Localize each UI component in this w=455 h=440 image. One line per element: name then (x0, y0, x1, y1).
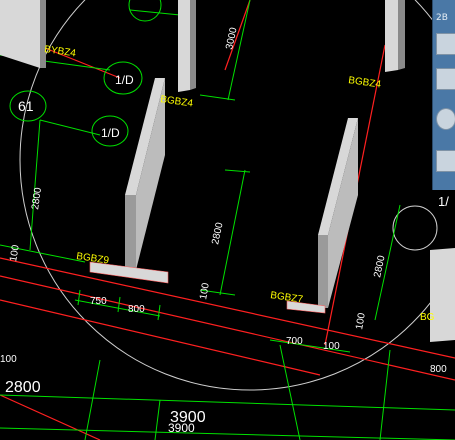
dim-2800-c: 2800 (372, 254, 387, 278)
wall-label-1: BYBZ4 (44, 44, 77, 59)
wall-label-5: BG (420, 312, 435, 323)
dim-750: 750 (90, 296, 107, 307)
dim-100-b: 100 (8, 244, 22, 263)
small-circle (392, 205, 438, 251)
orbit-icon[interactable] (436, 108, 455, 130)
wall-label-3: BGBZ9 (76, 251, 110, 267)
dim-2800-b: 2800 (210, 221, 225, 245)
dim-3000: 3000 (224, 26, 239, 50)
box-icon[interactable] (436, 68, 455, 90)
dim-2800-big: 2800 (5, 379, 41, 396)
dim-100-c: 100 (198, 282, 212, 301)
bubble-text-4: 1/ (438, 194, 449, 209)
wall-label-4: BGBZ7 (270, 290, 304, 306)
dim-2800-a: 2800 (30, 186, 44, 210)
dim-100-a: 100 (323, 341, 340, 352)
cad-viewport[interactable]: BYBZ4 BGBZ4 BGBZ9 BGBZ7 BG BGBZ4 1/D 61 … (0, 0, 455, 440)
toolbar-text: 2B (436, 13, 448, 23)
bubble-text-2: 61 (18, 98, 34, 114)
bubble-texts: 1/D 61 1/D 1/ (18, 73, 449, 209)
dim-700: 700 (286, 336, 303, 347)
dim-800-a: 800 (128, 304, 145, 315)
bubble-text-3: 1/D (101, 126, 120, 140)
view-cube-icon[interactable] (436, 33, 455, 55)
grid-icon[interactable] (436, 150, 455, 172)
wall-labels: BYBZ4 BGBZ4 BGBZ9 BGBZ7 BG BGBZ4 (44, 44, 435, 323)
wall-label-2: BGBZ4 (348, 75, 382, 91)
right-toolbar (432, 0, 455, 190)
bubble-text-1: 1/D (115, 73, 134, 87)
cad-drawing-canvas[interactable]: BYBZ4 BGBZ4 BGBZ9 BGBZ7 BG BGBZ4 1/D 61 … (0, 0, 455, 440)
dim-100-d: 100 (354, 312, 368, 331)
dim-100-e: 100 (0, 354, 17, 365)
dim-3900-b: 3900 (168, 421, 195, 435)
dim-800-b: 800 (430, 364, 447, 375)
